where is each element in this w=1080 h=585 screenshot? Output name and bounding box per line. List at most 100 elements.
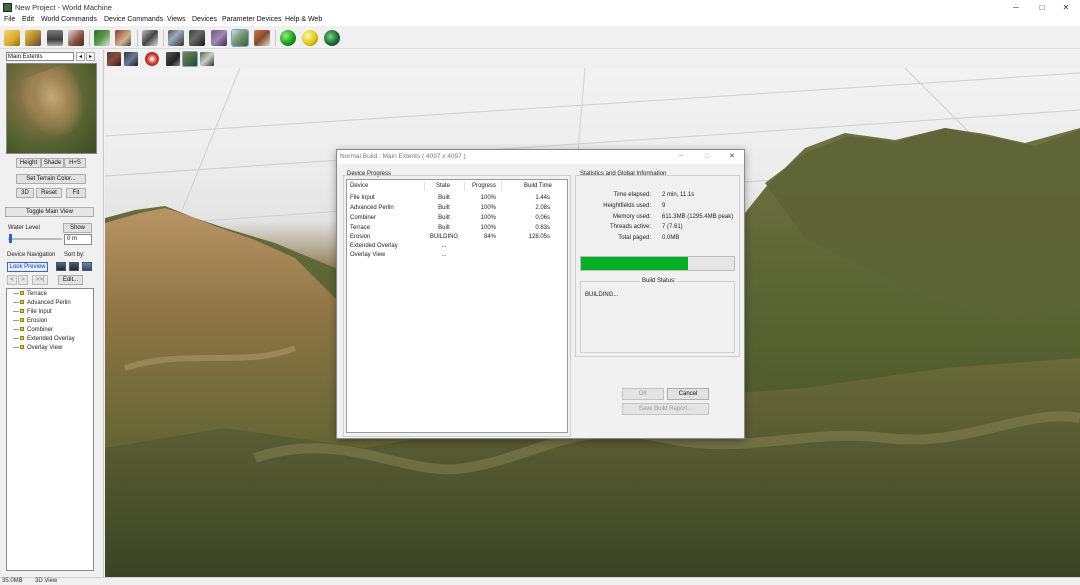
layout-view-icon[interactable] bbox=[168, 30, 184, 46]
preview-ridge bbox=[15, 64, 93, 144]
toolbar-separator bbox=[275, 30, 276, 46]
texture-view-icon[interactable] bbox=[211, 30, 227, 46]
save-build-report-button[interactable]: Save Build Report... bbox=[622, 403, 709, 415]
stat-label-heightfields: Heightfields used: bbox=[603, 203, 651, 209]
reset-button[interactable]: Reset bbox=[36, 188, 62, 198]
cancel-button[interactable]: Cancel bbox=[667, 388, 709, 400]
left-panel: Main Extents ◂ ▸ Height Shade H+S Set Te… bbox=[0, 50, 104, 577]
cell-progress: 100% bbox=[480, 215, 496, 221]
device-navigation-label: Device Navigation bbox=[7, 252, 56, 258]
water-level-slider-thumb[interactable] bbox=[9, 234, 12, 243]
column-header-device[interactable]: Device bbox=[350, 183, 368, 189]
dialog-title: Normal Build : Main Extents ( 4097 x 409… bbox=[340, 153, 466, 160]
column-header-build-time[interactable]: Build Time bbox=[524, 183, 552, 189]
column-header-state[interactable]: State bbox=[436, 183, 450, 189]
full-render-icon[interactable] bbox=[107, 52, 121, 66]
cell-progress: 84% bbox=[483, 234, 496, 240]
device-name: Overlay View bbox=[27, 345, 63, 351]
cell-build-time: 2.08s bbox=[535, 205, 550, 211]
nav-prev-button[interactable]: < bbox=[7, 275, 17, 285]
sort-by-order-icon[interactable] bbox=[82, 262, 92, 271]
heightfield-view-icon[interactable] bbox=[189, 30, 205, 46]
look-preview-button[interactable]: Look Preview bbox=[7, 262, 48, 272]
height-shade-button[interactable]: H+S bbox=[64, 158, 86, 168]
menu-edit[interactable]: Edit bbox=[22, 16, 34, 23]
close-button[interactable]: ✕ bbox=[1052, 0, 1080, 15]
sort-by-type-icon[interactable] bbox=[56, 262, 66, 271]
device-view-icon[interactable] bbox=[254, 30, 270, 46]
save-project-icon[interactable] bbox=[47, 30, 63, 46]
yellow-ball-icon[interactable] bbox=[302, 30, 318, 46]
list-item[interactable]: Combiner bbox=[13, 327, 53, 333]
dialog-minimize-button[interactable]: ─ bbox=[672, 151, 690, 163]
menu-device-commands[interactable]: Device Commands bbox=[104, 16, 163, 23]
water-show-button[interactable]: Show bbox=[63, 223, 92, 233]
edit-device-button[interactable]: Edit... bbox=[58, 275, 83, 285]
stat-value-time-elapsed: 2 min, 11.1s bbox=[662, 192, 695, 198]
cell-device: Erosion bbox=[350, 234, 371, 240]
terrain-wizard-icon[interactable] bbox=[94, 30, 110, 46]
project-settings-icon[interactable] bbox=[68, 30, 84, 46]
extent-next-button[interactable]: ▸ bbox=[86, 52, 95, 61]
ok-button[interactable]: OK bbox=[622, 388, 664, 400]
minimize-button[interactable]: ─ bbox=[1002, 0, 1030, 15]
build-icon[interactable] bbox=[115, 30, 131, 46]
green-ball-icon[interactable] bbox=[280, 30, 296, 46]
dialog-title-bar: Normal Build : Main Extents ( 4097 x 409… bbox=[337, 150, 744, 164]
menu-world-commands[interactable]: World Commands bbox=[41, 16, 97, 23]
globe-icon[interactable] bbox=[324, 30, 340, 46]
device-name: Erosion bbox=[27, 318, 48, 324]
list-item[interactable]: Terrace bbox=[13, 291, 47, 297]
tree-line bbox=[13, 337, 19, 339]
list-item[interactable]: Extended Overlay bbox=[13, 336, 75, 342]
device-layout-icon[interactable] bbox=[142, 30, 158, 46]
quick-render-icon[interactable] bbox=[124, 52, 138, 66]
water-level-input[interactable]: 0 m bbox=[64, 234, 92, 245]
cell-device: Overlay View bbox=[350, 252, 386, 258]
extent-prev-button[interactable]: ◂ bbox=[76, 52, 85, 61]
3d-button[interactable]: 3D bbox=[16, 188, 34, 198]
title-bar: New Project - World Machine ─ □ ✕ bbox=[0, 0, 1080, 15]
tree-line bbox=[13, 319, 19, 321]
new-project-icon[interactable] bbox=[4, 30, 20, 46]
settings-tool-icon[interactable] bbox=[200, 52, 214, 66]
menu-devices[interactable]: Devices bbox=[192, 16, 217, 23]
nav-next-button[interactable]: > bbox=[18, 275, 28, 285]
water-level-slider-track[interactable] bbox=[8, 238, 62, 240]
device-name: Terrace bbox=[27, 291, 48, 297]
set-terrain-color-button[interactable]: Set Terrain Color... bbox=[16, 174, 86, 184]
terrain-preview-image[interactable] bbox=[6, 63, 97, 154]
fit-button[interactable]: Fit bbox=[66, 188, 86, 198]
extent-dropdown[interactable]: Main Extents bbox=[6, 52, 74, 61]
menu-views[interactable]: Views bbox=[167, 16, 186, 23]
open-project-icon[interactable] bbox=[25, 30, 41, 46]
3d-view-icon[interactable] bbox=[231, 29, 249, 47]
cell-device: Combiner bbox=[350, 215, 377, 221]
column-header-progress[interactable]: Progress bbox=[472, 183, 496, 189]
shade-button[interactable]: Shade bbox=[41, 158, 64, 168]
device-name: Advanced Perlin bbox=[27, 300, 71, 306]
cube-icon[interactable] bbox=[166, 52, 180, 66]
menu-parameter-devices[interactable]: Parameter Devices bbox=[222, 16, 282, 23]
line-tool-icon[interactable] bbox=[182, 51, 198, 67]
list-item[interactable]: Overlay View bbox=[13, 345, 62, 351]
sort-by-name-icon[interactable] bbox=[69, 262, 79, 271]
camera-icon[interactable] bbox=[145, 52, 159, 66]
view-mode-status: 3D View bbox=[35, 578, 58, 584]
nav-last-button[interactable]: >>| bbox=[32, 275, 48, 285]
cell-state: Built bbox=[438, 215, 450, 221]
memory-status: 35.0MB bbox=[2, 578, 23, 584]
menu-file[interactable]: File bbox=[4, 16, 15, 23]
list-item[interactable]: Advanced Perlin bbox=[13, 300, 71, 306]
dialog-close-button[interactable]: ✕ bbox=[723, 151, 741, 163]
stat-value-threads: 7 (7.61) bbox=[662, 224, 683, 230]
list-item[interactable]: Erosion bbox=[13, 318, 47, 324]
height-button[interactable]: Height bbox=[16, 158, 41, 168]
menu-help-web[interactable]: Help & Web bbox=[285, 16, 322, 23]
toolbar-separator bbox=[89, 30, 90, 46]
toggle-main-view-button[interactable]: Toggle Main View bbox=[5, 207, 94, 217]
stat-value-paged: 0.0MB bbox=[662, 235, 680, 241]
build-status-label: Build Status: bbox=[640, 278, 678, 284]
list-item[interactable]: File Input bbox=[13, 309, 52, 315]
dialog-maximize-button[interactable]: □ bbox=[698, 151, 716, 163]
